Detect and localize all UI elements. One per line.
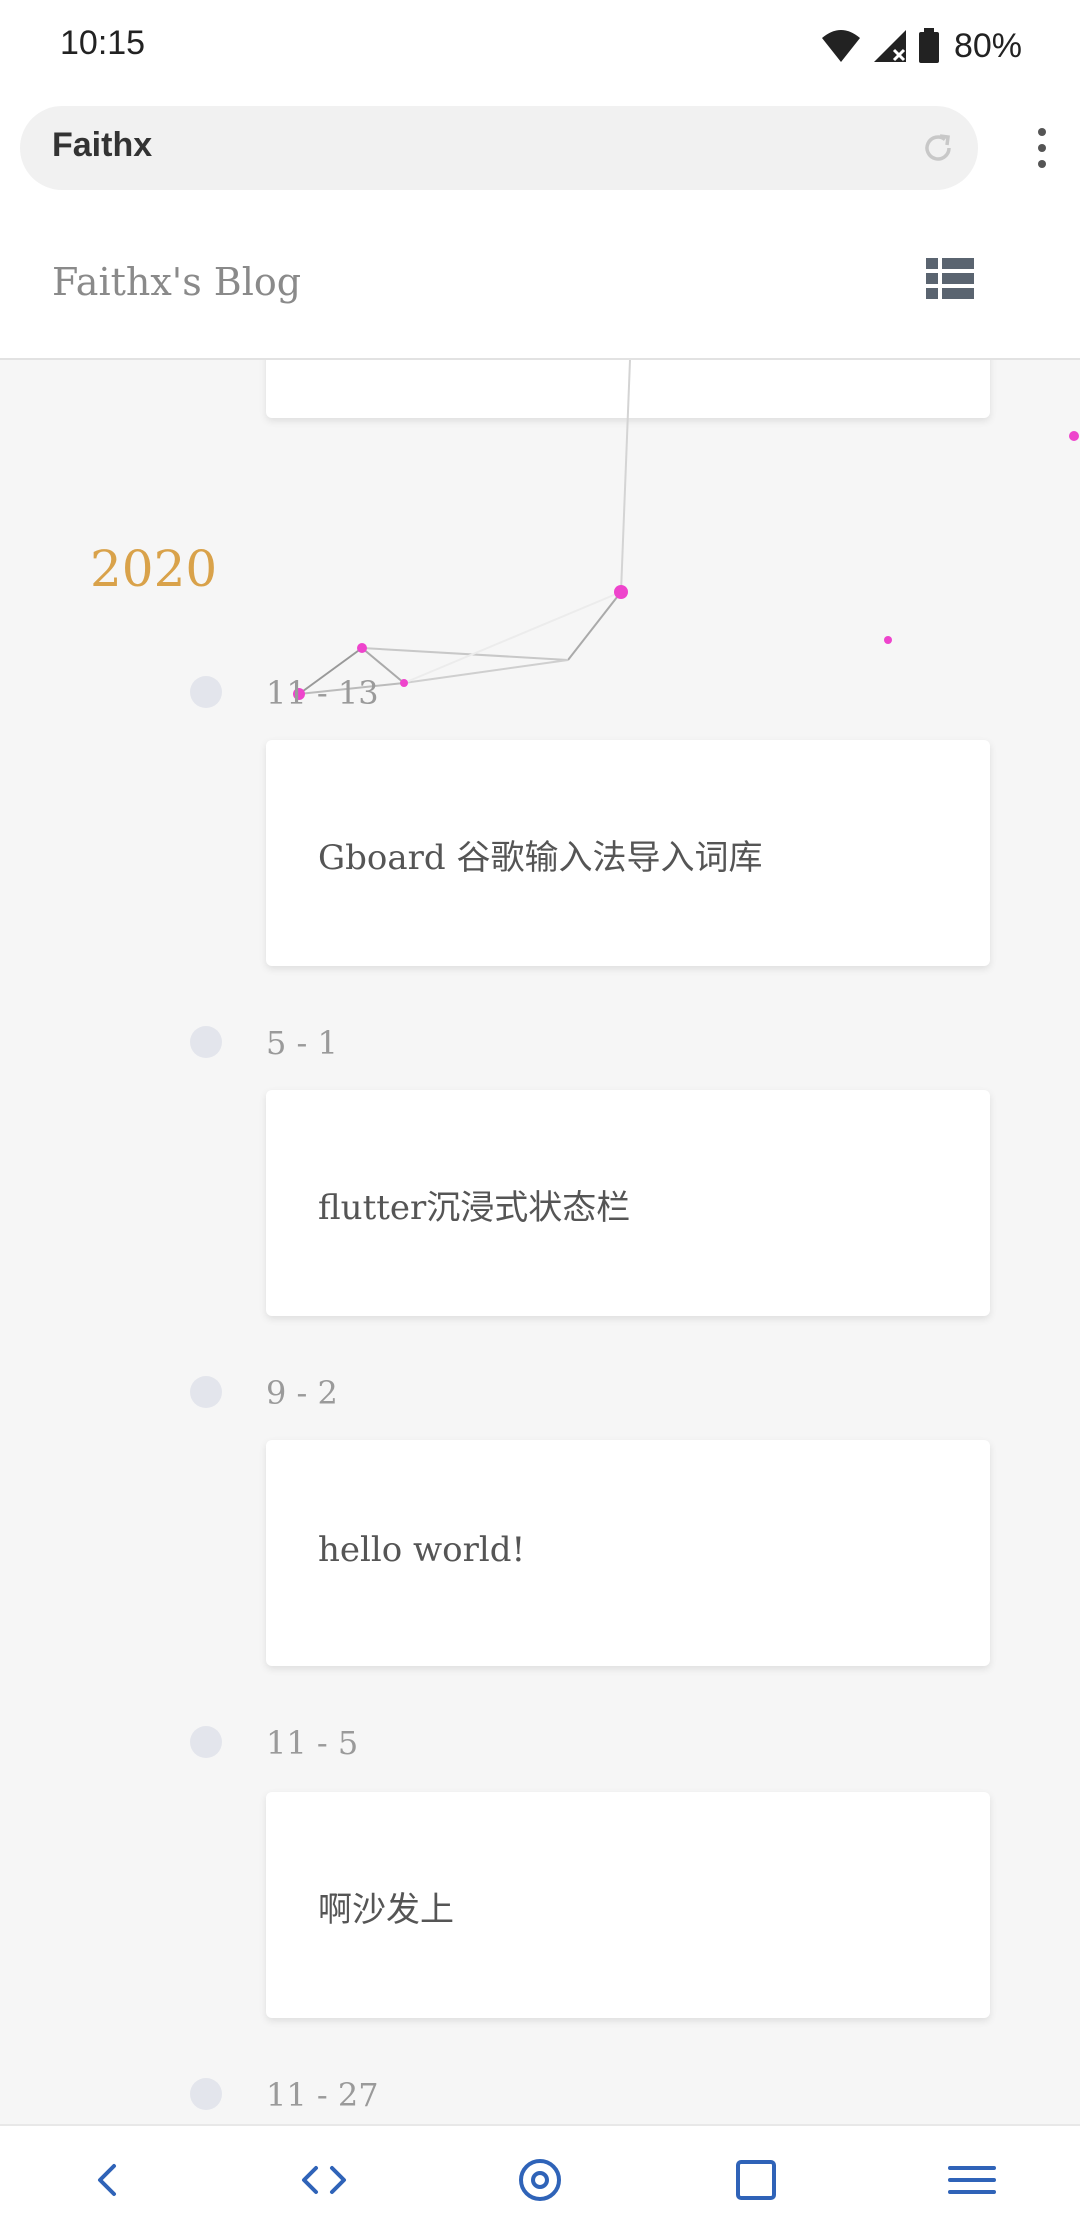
reload-icon[interactable]: [918, 128, 958, 168]
browser-nav-bar: [0, 2124, 1080, 2234]
post-title[interactable]: hello world!: [318, 1530, 525, 1570]
post-date: 11 - 13: [266, 674, 379, 712]
archive-content[interactable]: 2020 11 - 13 Gboard 谷歌输入法导入词库 5 - 1 flut…: [0, 360, 1080, 2124]
address-bar-title: Faithx: [52, 126, 153, 164]
post-title[interactable]: flutter沉浸式状态栏: [318, 1180, 630, 1229]
post-card[interactable]: hello world!: [266, 1440, 990, 1666]
address-bar[interactable]: Faithx: [20, 106, 978, 190]
timeline-dot: [190, 676, 222, 708]
post-date: 9 - 2: [266, 1374, 338, 1412]
post-card[interactable]: Gboard 谷歌输入法导入词库: [266, 740, 990, 966]
timeline-dot: [190, 1026, 222, 1058]
tabs-square-icon[interactable]: [728, 2152, 784, 2208]
site-title[interactable]: Faithx's Blog: [52, 260, 301, 304]
browser-toolbar: Faithx: [0, 96, 1080, 200]
post-title[interactable]: Gboard 谷歌输入法导入词库: [318, 830, 763, 879]
timeline-dot: [190, 1376, 222, 1408]
post-card[interactable]: 啊沙发上: [266, 1792, 990, 2018]
status-bar: 10:15 80%: [0, 0, 1080, 96]
wifi-icon: [821, 30, 860, 62]
code-icon[interactable]: [296, 2152, 352, 2208]
hamburger-menu-icon[interactable]: [944, 2152, 1000, 2208]
timeline-dot: [190, 2078, 222, 2110]
post-date: 11 - 27: [266, 2076, 379, 2114]
overflow-menu-icon[interactable]: [1032, 124, 1052, 172]
status-time: 10:15: [60, 24, 146, 62]
post-date: 11 - 5: [266, 1724, 359, 1762]
back-icon[interactable]: [80, 2152, 136, 2208]
site-header: Faithx's Blog: [0, 200, 1080, 360]
signal-icon: [873, 30, 906, 62]
status-icons: 80%: [820, 22, 1022, 70]
timeline-dot: [190, 1726, 222, 1758]
battery-icon: [918, 28, 939, 63]
post-date: 5 - 1: [266, 1024, 338, 1062]
home-target-icon[interactable]: [512, 2152, 568, 2208]
post-card[interactable]: flutter沉浸式状态栏: [266, 1090, 990, 1316]
list-menu-icon[interactable]: [926, 258, 974, 300]
battery-percent: 80%: [953, 26, 1022, 65]
year-heading: 2020: [90, 540, 218, 598]
post-title[interactable]: 啊沙发上: [318, 1882, 454, 1931]
